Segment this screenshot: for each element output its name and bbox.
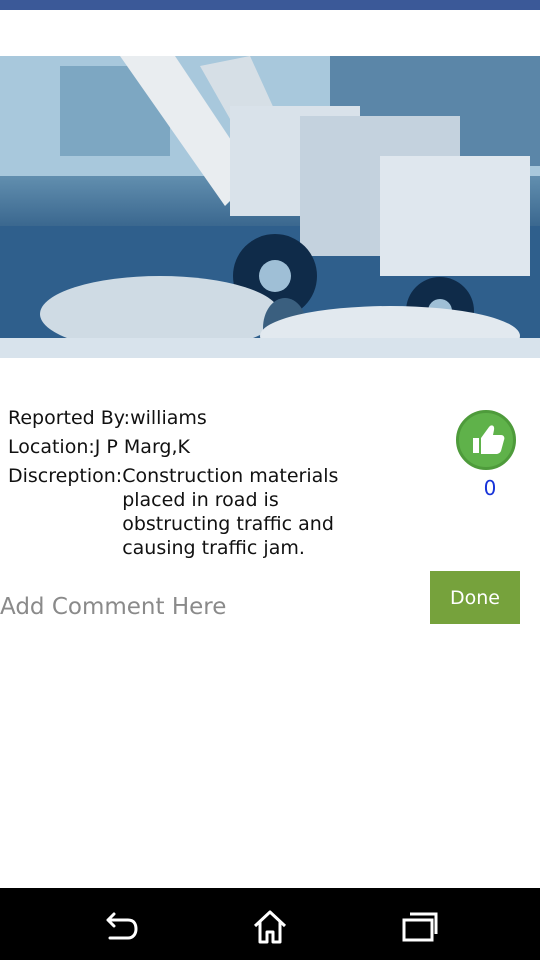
- recents-button[interactable]: [400, 906, 440, 946]
- back-button[interactable]: [100, 906, 140, 946]
- system-nav-bar: [0, 888, 540, 960]
- comment-input[interactable]: [0, 588, 420, 626]
- location-label: Location:: [8, 436, 95, 458]
- like-count: 0: [483, 476, 497, 500]
- recents-icon: [402, 912, 438, 942]
- description-value: Construction materials placed in road is…: [122, 465, 339, 559]
- description-row: Discreption: Construction materials place…: [8, 464, 438, 560]
- report-details: Reported By: williams Location: J P Marg,K…: [8, 406, 438, 565]
- location-value: J P Marg,K: [94, 436, 190, 458]
- reported-by-row: Reported By: williams: [8, 406, 438, 430]
- location-row: Location: J P Marg,K: [8, 435, 438, 459]
- reported-by-label: Reported By:: [8, 407, 131, 429]
- home-button[interactable]: [250, 906, 290, 946]
- description-label: Discreption:: [8, 465, 123, 487]
- thumbs-up-icon: [473, 425, 505, 454]
- reported-by-value: williams: [130, 407, 207, 429]
- report-photo: [0, 56, 540, 358]
- home-icon: [253, 910, 287, 944]
- done-button[interactable]: Done: [430, 571, 520, 624]
- like-button[interactable]: [456, 410, 516, 470]
- back-icon: [106, 912, 138, 940]
- status-bar: [0, 0, 540, 10]
